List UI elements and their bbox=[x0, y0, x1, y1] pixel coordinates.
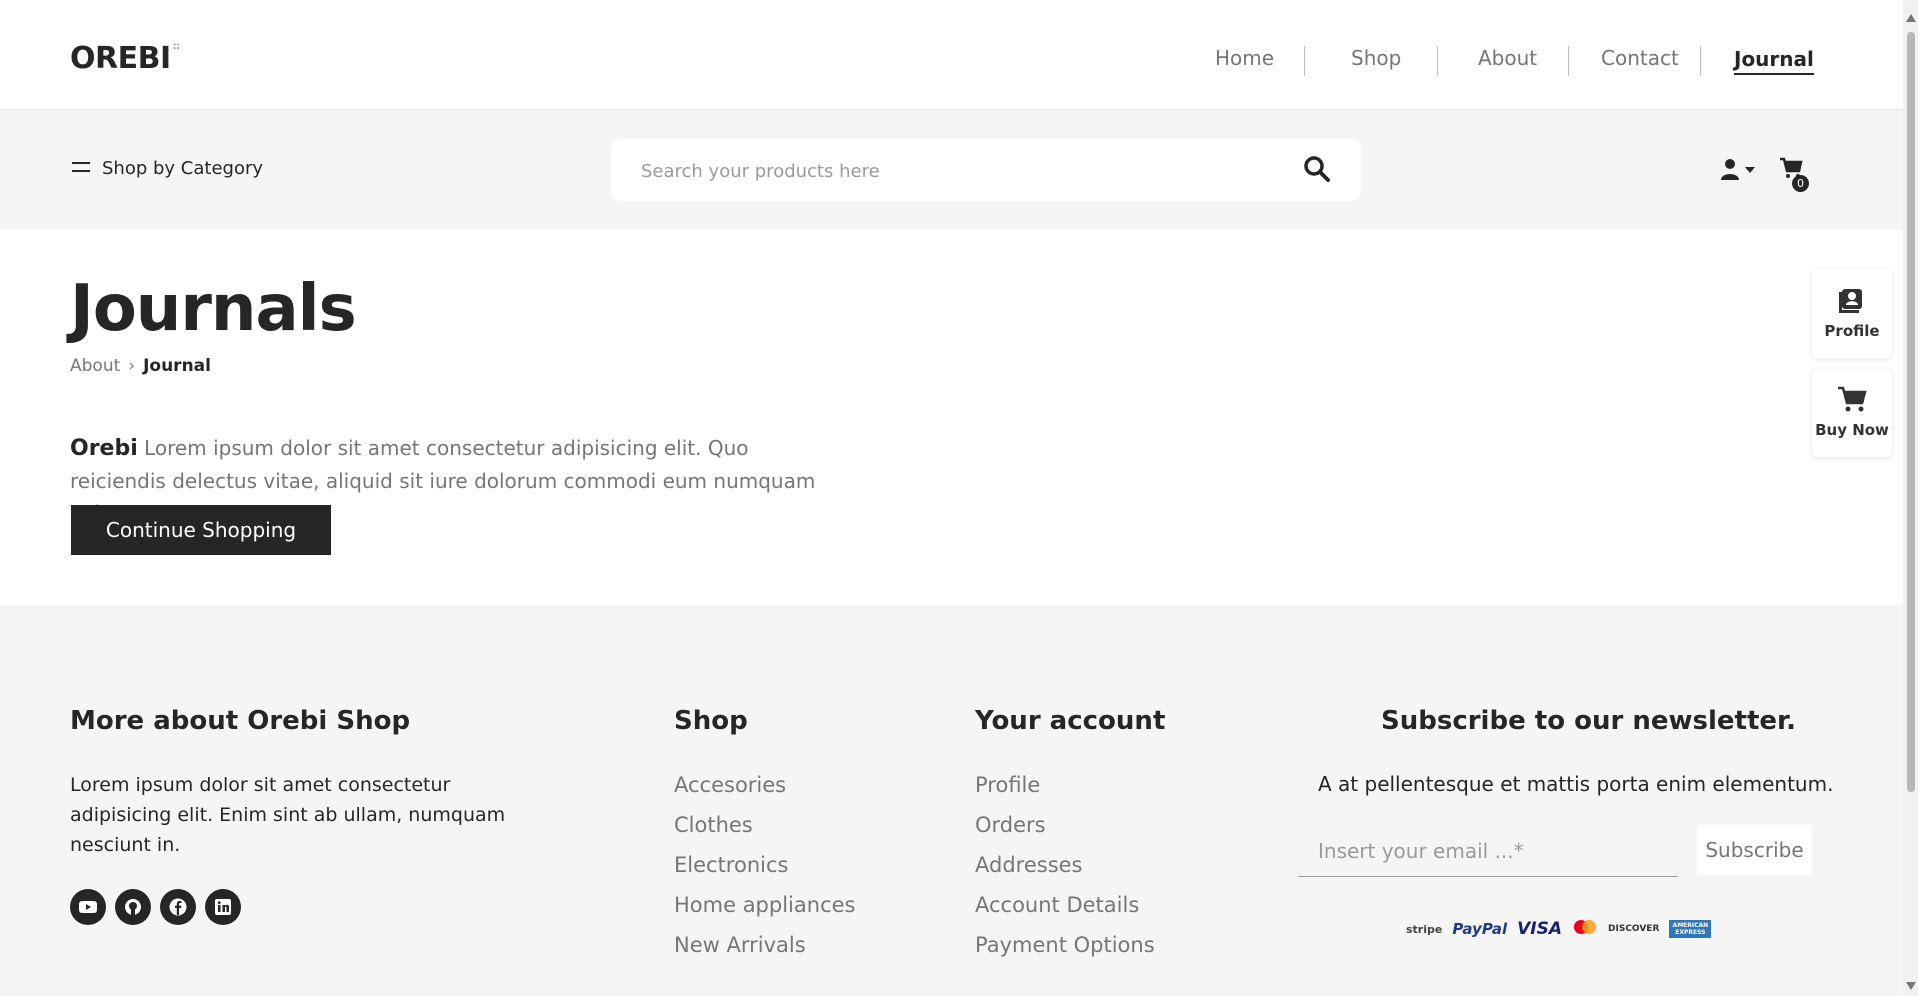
footer-shop-heading: Shop bbox=[674, 706, 748, 736]
logo-mark: :: bbox=[172, 41, 181, 52]
buy-now-side-label: Buy Now bbox=[1815, 421, 1889, 439]
search-icon[interactable] bbox=[1303, 155, 1331, 187]
search-box bbox=[611, 139, 1361, 203]
newsletter-heading: Subscribe to our newsletter. bbox=[1381, 706, 1797, 736]
logo[interactable]: OREBI:: bbox=[70, 41, 180, 76]
nav-divider bbox=[1304, 46, 1305, 76]
nav-journal[interactable]: Journal bbox=[1734, 47, 1814, 75]
youtube-icon[interactable] bbox=[70, 889, 106, 925]
footer-shop-link[interactable]: New Arrivals bbox=[674, 933, 806, 957]
visa-logo: VISA bbox=[1517, 919, 1563, 939]
profile-side-button[interactable]: Profile bbox=[1812, 270, 1892, 358]
page-title: Journals bbox=[70, 272, 357, 346]
nav-about[interactable]: About bbox=[1478, 46, 1537, 70]
stripe-logo: stripe bbox=[1406, 922, 1443, 936]
breadcrumb-current: Journal bbox=[143, 356, 211, 376]
footer-account-heading: Your account bbox=[975, 706, 1166, 736]
breadcrumb-about[interactable]: About bbox=[70, 356, 120, 376]
breadcrumb: About › Journal bbox=[70, 356, 211, 376]
facebook-icon[interactable] bbox=[160, 889, 196, 925]
scrollbar[interactable] bbox=[1903, 0, 1918, 996]
nav-shop[interactable]: Shop bbox=[1351, 46, 1401, 70]
shop-by-category-button[interactable]: Shop by Category bbox=[72, 158, 263, 179]
amex-logo: AMERICAN EXPRESS bbox=[1669, 920, 1712, 938]
discover-logo: DISCOVER bbox=[1608, 924, 1660, 934]
buy-now-side-button[interactable]: Buy Now bbox=[1812, 369, 1892, 457]
chevron-right-icon: › bbox=[128, 356, 136, 376]
logo-text: OREBI bbox=[70, 41, 171, 76]
footer-shop-link[interactable]: Clothes bbox=[674, 813, 753, 837]
menu-icon bbox=[72, 158, 90, 179]
footer-account-link[interactable]: Account Details bbox=[975, 893, 1139, 917]
newsletter-email-input[interactable] bbox=[1298, 825, 1678, 877]
nav-home[interactable]: Home bbox=[1215, 46, 1274, 70]
intro-brand: Orebi bbox=[70, 436, 138, 461]
nav-divider bbox=[1568, 46, 1569, 76]
nav-divider bbox=[1437, 46, 1438, 76]
paypal-logo: PayPal bbox=[1452, 920, 1508, 938]
footer-shop-link[interactable]: Accesories bbox=[674, 773, 786, 797]
nav-contact[interactable]: Contact bbox=[1601, 46, 1679, 70]
continue-shopping-button[interactable]: Continue Shopping bbox=[71, 505, 331, 555]
cart-count-badge: 0 bbox=[1792, 175, 1809, 192]
subscribe-button[interactable]: Subscribe bbox=[1697, 825, 1812, 875]
newsletter-subtext: A at pellentesque et mattis porta enim e… bbox=[1318, 772, 1834, 796]
footer-about-heading: More about Orebi Shop bbox=[70, 706, 411, 736]
scroll-thumb[interactable] bbox=[1907, 32, 1915, 792]
user-menu-icon[interactable] bbox=[1720, 158, 1760, 186]
footer-shop-link[interactable]: Home appliances bbox=[674, 893, 855, 917]
footer-account-link[interactable]: Orders bbox=[975, 813, 1046, 837]
shopping-cart-icon bbox=[1812, 385, 1892, 417]
nav-divider bbox=[1700, 46, 1701, 76]
github-icon[interactable] bbox=[115, 889, 151, 925]
profile-icon bbox=[1812, 286, 1892, 318]
profile-side-label: Profile bbox=[1824, 322, 1880, 340]
linkedin-icon[interactable] bbox=[205, 889, 241, 925]
footer-account-link[interactable]: Profile bbox=[975, 773, 1040, 797]
search-input[interactable] bbox=[639, 139, 1283, 203]
mastercard-logo bbox=[1572, 919, 1598, 939]
footer-shop-link[interactable]: Electronics bbox=[674, 853, 788, 877]
footer-about-text: Lorem ipsum dolor sit amet consectetur a… bbox=[70, 774, 506, 856]
payment-methods: stripe PayPal VISA DISCOVER AMERICAN EXP… bbox=[1406, 919, 1712, 939]
top-navbar: OREBI:: Home Shop About Contact Journal bbox=[0, 0, 1903, 110]
footer-account-link[interactable]: Addresses bbox=[975, 853, 1083, 877]
footer-account-link[interactable]: Payment Options bbox=[975, 933, 1155, 957]
scroll-down-icon[interactable] bbox=[1906, 982, 1916, 990]
category-label: Shop by Category bbox=[102, 158, 264, 179]
scroll-up-icon[interactable] bbox=[1906, 14, 1916, 22]
